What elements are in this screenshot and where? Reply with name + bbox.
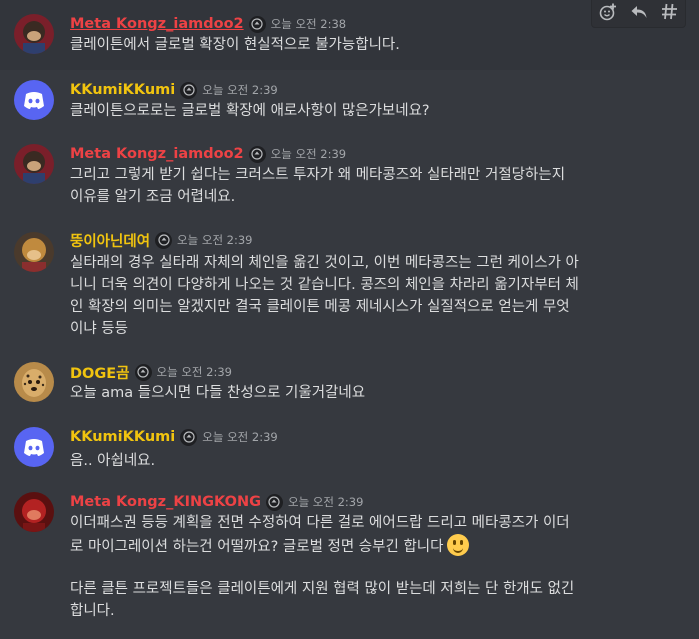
role-badge-icon	[265, 493, 283, 511]
message-text: 그리고 그렇게 받기 쉽다는 크러스트 투자가 왜 메타콩즈와 실타래만 거절당…	[70, 167, 566, 205]
avatar-cheetah[interactable]	[14, 362, 54, 402]
role-badge-icon	[248, 15, 266, 33]
reply-icon[interactable]	[623, 0, 654, 27]
role-badge-icon	[180, 428, 198, 446]
author-name[interactable]: Meta Kongz_iamdoo2	[70, 146, 244, 162]
message-text: 이더패스권 등등 계획을 전면 수정하여 다른 걸로 에어드랍 드리고 메타콩즈…	[70, 512, 680, 558]
message-item[interactable]: KKumiKKumi 오늘 오전 2:39 음.. 아쉽네요.	[0, 416, 699, 482]
role-badge-icon	[134, 363, 152, 381]
timestamp[interactable]: 오늘 오전 2:39	[202, 429, 277, 445]
timestamp[interactable]: 오늘 오전 2:39	[271, 146, 346, 162]
message-text: 실타래의 경우 실타래 자체의 체인을 옮긴 것이고, 이번 메타콩즈는 그런 …	[70, 255, 579, 337]
gorilla-avatar-icon	[14, 14, 54, 54]
avatar-meta-kongz[interactable]	[14, 144, 54, 184]
role-badge-icon	[248, 145, 266, 163]
kingkong-avatar-icon	[14, 492, 54, 532]
discord-logo-icon	[24, 439, 44, 456]
cheetah-avatar-icon	[14, 362, 54, 402]
discord-logo-icon	[24, 92, 44, 109]
avatar-kingkong[interactable]	[14, 492, 54, 532]
timestamp[interactable]: 오늘 오전 2:39	[288, 494, 363, 510]
slightly-smiling-face-icon[interactable]	[447, 534, 470, 556]
add-reaction-icon[interactable]	[592, 0, 623, 27]
message-text: 오늘 ama 들으시면 다들 찬성으로 기울거갈네요	[70, 385, 366, 401]
author-name[interactable]: Meta Kongz_iamdoo2	[70, 16, 244, 32]
message-text: 다른 클튼 프로젝트들은 클레이튼에게 지원 협력 많이 받는데 저희는 단 한…	[70, 581, 575, 619]
message-actions-toolbar	[591, 0, 686, 28]
avatar-meta-kongz[interactable]	[14, 14, 54, 54]
message-item[interactable]: KKumiKKumi 오늘 오전 2:39 클레이튼으로로는 글로벌 확장에 애…	[0, 70, 699, 134]
message-item[interactable]: Meta Kongz_KINGKONG 오늘 오전 2:39 이더패스권 등등 …	[0, 482, 699, 639]
timestamp[interactable]: 오늘 오전 2:39	[177, 232, 252, 248]
avatar-discord-default[interactable]	[14, 80, 54, 120]
message-item[interactable]: 뚱이아닌데여 오늘 오전 2:39 실타래의 경우 실타래 자체의 체인을 옮긴…	[0, 220, 699, 352]
message-item[interactable]: Meta Kongz_iamdoo2 오늘 오전 2:38 클레이튼에서 글로벌…	[0, 0, 699, 70]
author-name[interactable]: KKumiKKumi	[70, 429, 175, 445]
message-text: 클레이튼으로로는 글로벌 확장에 애로사항이 많은가보네요?	[70, 103, 430, 119]
author-name[interactable]: KKumiKKumi	[70, 82, 175, 98]
timestamp[interactable]: 오늘 오전 2:39	[157, 364, 232, 380]
author-name[interactable]: DOGE곰	[70, 362, 130, 383]
ape-avatar-icon	[14, 232, 54, 272]
message-text: 클레이튼에서 글로벌 확장이 현실적으로 불가능합니다.	[70, 37, 400, 53]
author-name[interactable]: 뚱이아닌데여	[70, 230, 150, 251]
message-item[interactable]: DOGE곰 오늘 오전 2:39 오늘 ama 들으시면 다들 찬성으로 기울거…	[0, 352, 699, 416]
avatar-discord-default[interactable]	[14, 427, 54, 467]
timestamp[interactable]: 오늘 오전 2:38	[271, 16, 346, 32]
gorilla-avatar-icon	[14, 144, 54, 184]
message-text-part: 이더패스권 등등 계획을 전면 수정하여 다른 걸로 에어드랍 드리고 메타콩즈…	[70, 515, 570, 555]
thread-icon[interactable]	[654, 0, 685, 27]
message-text: 음.. 아쉽네요.	[70, 453, 156, 469]
avatar-ape[interactable]	[14, 232, 54, 272]
timestamp[interactable]: 오늘 오전 2:39	[202, 82, 277, 98]
author-name[interactable]: Meta Kongz_KINGKONG	[70, 494, 261, 510]
message-feed: Meta Kongz_iamdoo2 오늘 오전 2:38 클레이튼에서 글로벌…	[0, 0, 699, 639]
message-item[interactable]: Meta Kongz_iamdoo2 오늘 오전 2:39 그리고 그렇게 받기…	[0, 134, 699, 220]
role-badge-icon	[155, 231, 173, 249]
role-badge-icon	[180, 81, 198, 99]
